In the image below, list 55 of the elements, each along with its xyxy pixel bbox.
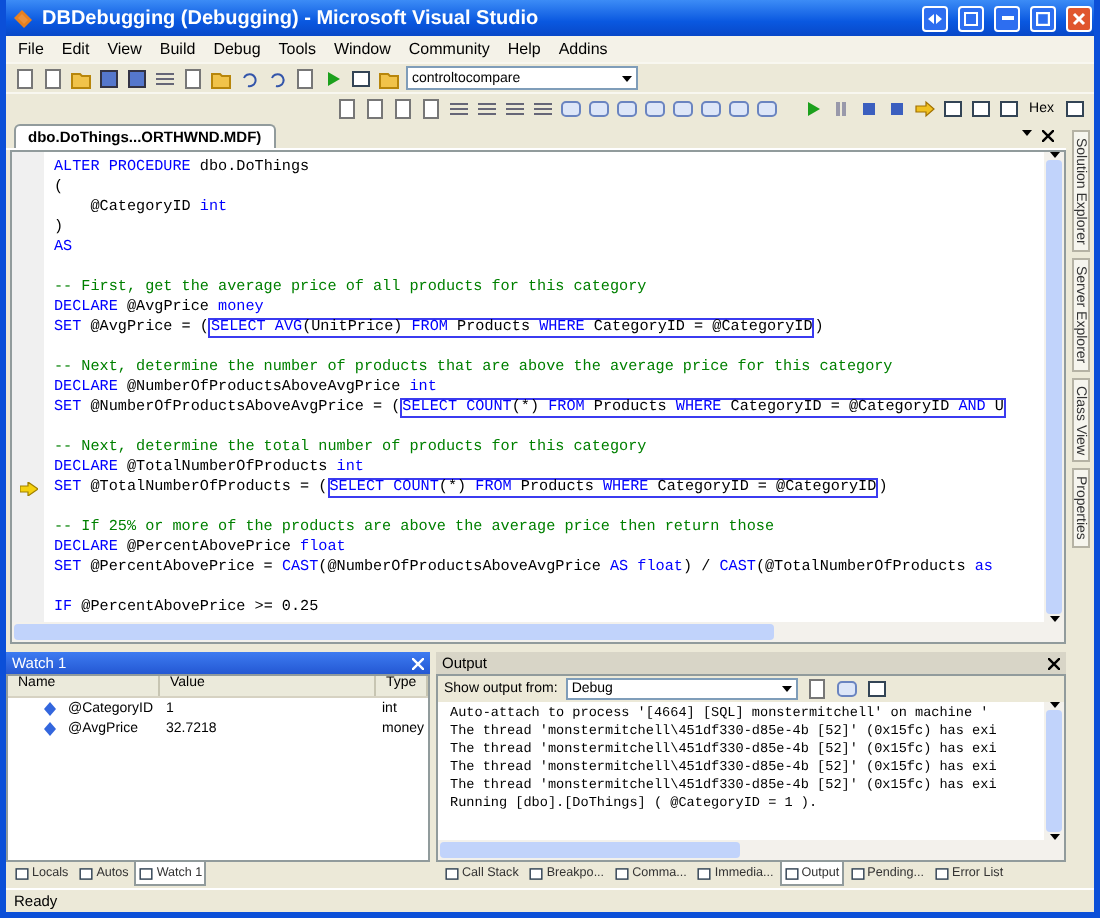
save-icon[interactable] xyxy=(98,67,120,89)
arrows-icon xyxy=(928,11,942,25)
maximize-button[interactable] xyxy=(1030,5,1056,31)
document-icon[interactable] xyxy=(391,97,414,119)
restore-window-button[interactable] xyxy=(958,5,984,31)
dropdown-caret-icon xyxy=(622,75,632,81)
window-icon xyxy=(849,865,866,881)
stop-icon[interactable] xyxy=(857,97,880,119)
stop-icon[interactable] xyxy=(885,97,908,119)
app-logo-icon xyxy=(12,7,34,29)
document-icon[interactable] xyxy=(805,678,828,700)
menu-item[interactable]: Help xyxy=(507,40,541,58)
window-icon xyxy=(444,865,460,881)
menu-item[interactable]: File xyxy=(18,40,44,58)
window-icon xyxy=(696,865,713,881)
window-icon xyxy=(528,865,545,881)
scrollbar-thumb[interactable] xyxy=(440,842,740,858)
document-icon[interactable] xyxy=(363,97,386,119)
close-icon xyxy=(412,657,424,669)
save-all-icon[interactable] xyxy=(126,67,148,89)
menu-item[interactable]: Tools xyxy=(278,40,316,58)
maximize-icon xyxy=(1036,11,1050,25)
document-icon[interactable] xyxy=(419,97,442,119)
scrollbar-thumb[interactable] xyxy=(1046,710,1062,832)
minimize-button[interactable] xyxy=(994,5,1020,31)
window-icon xyxy=(14,865,30,881)
menu-item[interactable]: View xyxy=(107,40,142,58)
close-button[interactable] xyxy=(1066,5,1092,31)
scrollbar-thumb[interactable] xyxy=(1046,160,1062,614)
menu-item[interactable]: Edit xyxy=(61,40,90,58)
close-icon xyxy=(1072,11,1086,25)
tab-list-caret-icon xyxy=(1022,130,1032,136)
redo-icon[interactable] xyxy=(266,67,288,89)
menu-item[interactable]: Community xyxy=(408,40,490,58)
undo-icon[interactable] xyxy=(238,67,260,89)
menu-item[interactable]: Debug xyxy=(213,40,261,58)
close-icon xyxy=(1048,657,1060,669)
lines-icon[interactable] xyxy=(531,97,554,119)
window-icon xyxy=(783,865,800,881)
window-icon xyxy=(934,865,951,881)
window-icon xyxy=(138,865,155,881)
close-icon xyxy=(1042,130,1054,142)
dropdown-caret-icon xyxy=(781,686,792,692)
menu-item[interactable]: Addins xyxy=(558,40,608,58)
minimize-icon xyxy=(1001,16,1013,20)
window-title: DBDebugging (Debugging) - Microsoft Visual Studio xyxy=(42,7,541,29)
help-button[interactable] xyxy=(922,5,948,31)
window-icon xyxy=(964,11,978,25)
menu-item[interactable]: Window xyxy=(333,40,391,58)
document-icon[interactable] xyxy=(335,97,358,119)
scrollbar-thumb[interactable] xyxy=(14,624,774,640)
lines-icon[interactable] xyxy=(503,97,526,119)
window-icon xyxy=(78,865,95,881)
window-icon xyxy=(614,865,631,881)
menu-item[interactable]: Build xyxy=(159,40,196,58)
